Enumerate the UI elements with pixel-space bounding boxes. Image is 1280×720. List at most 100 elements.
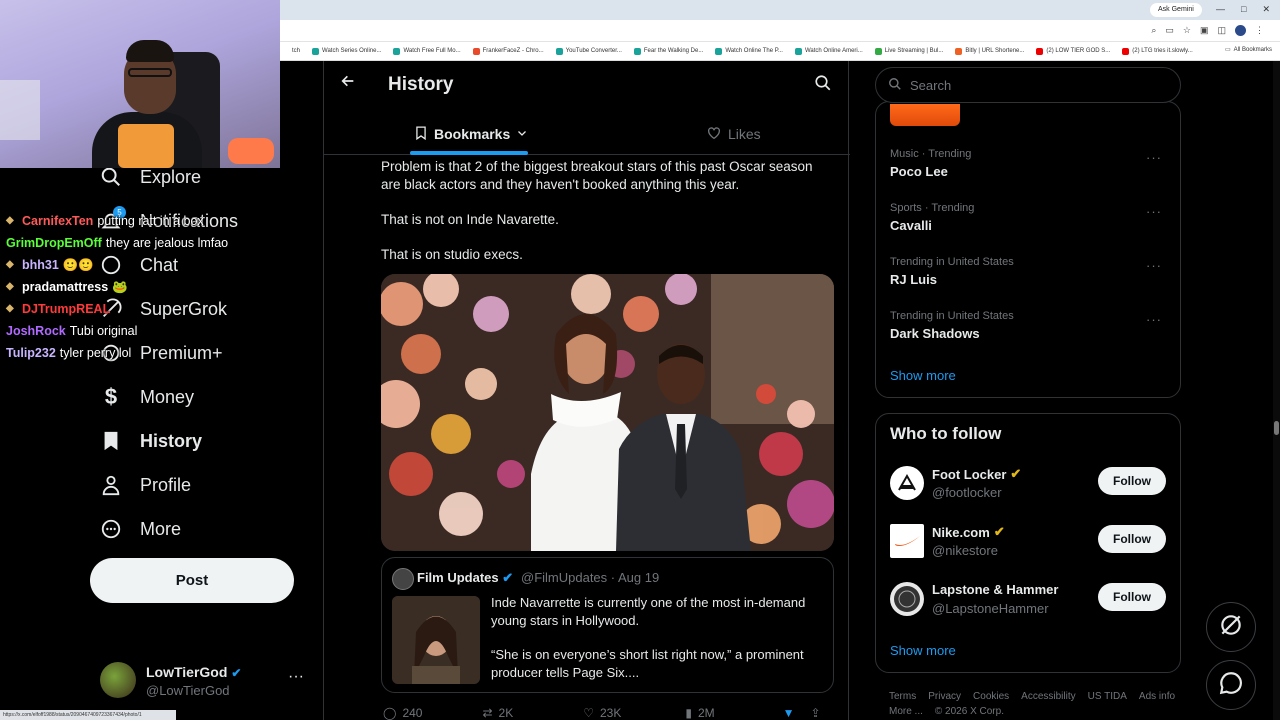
trend-item[interactable]: Sports · Trending Cavalli ··· bbox=[890, 202, 1170, 233]
back-arrow-icon[interactable] bbox=[340, 73, 356, 94]
extensions-icon[interactable]: ▣ bbox=[1200, 25, 1209, 36]
trend-item[interactable]: Music · Trending Poco Lee ··· bbox=[890, 148, 1170, 179]
zoom-icon[interactable]: ⌕ bbox=[1151, 25, 1156, 36]
post-button[interactable]: Post bbox=[90, 558, 294, 603]
trends-show-more-link[interactable]: Show more bbox=[890, 368, 956, 383]
chat-message: ◆ pradamattress 🐸 bbox=[6, 276, 276, 298]
link-status-bar: https://x.com/elfoff1988/status/20904674… bbox=[0, 710, 176, 720]
chat-user: DJTrumpREAL bbox=[22, 302, 111, 316]
tab-bookmarks-label: Bookmarks bbox=[434, 126, 511, 142]
bookmark-item[interactable]: Bitly | URL Shortene... bbox=[955, 47, 1025, 55]
close-window-button[interactable]: ✕ bbox=[1262, 4, 1270, 15]
follow-suggestion[interactable]: Nike.com ✔ @nikestore Follow bbox=[890, 522, 1172, 562]
address-bar[interactable]: ⌕ ▭ ☆ ▣ ◫ ⋮ bbox=[280, 20, 1280, 42]
follow-button[interactable]: Follow bbox=[1098, 467, 1166, 495]
more-icon[interactable]: ··· bbox=[1146, 258, 1162, 273]
minimize-button[interactable]: — bbox=[1216, 4, 1225, 15]
menu-icon[interactable]: ⋮ bbox=[1255, 25, 1264, 36]
follow-name: Foot Locker ✔ bbox=[932, 466, 1021, 482]
tab-bookmarks[interactable]: Bookmarks bbox=[414, 113, 528, 155]
follow-button[interactable]: Follow bbox=[1098, 583, 1166, 611]
verified-icon: ✔ bbox=[502, 570, 514, 585]
repost-button[interactable]: ⇄ 2K bbox=[482, 706, 513, 720]
bookmark-item[interactable]: Watch Online Ameri... bbox=[794, 47, 863, 55]
page-scrollbar[interactable] bbox=[1273, 61, 1280, 720]
search-icon bbox=[100, 166, 122, 188]
footer-link[interactable]: More ... bbox=[889, 706, 923, 717]
nav-money[interactable]: $ Money bbox=[100, 380, 194, 414]
tab-likes[interactable]: Likes bbox=[706, 113, 761, 155]
account-switcher[interactable]: LowTierGod ✔ @LowTierGod ··· bbox=[100, 660, 315, 700]
maximize-button[interactable]: □ bbox=[1241, 4, 1246, 15]
trend-item[interactable]: Trending in United States Dark Shadows ·… bbox=[890, 310, 1170, 341]
bookmark-item[interactable]: (2) LTG tries it.slowly... bbox=[1122, 47, 1193, 55]
cast-icon[interactable]: ▭ bbox=[1165, 25, 1174, 36]
bookmark-label: tch bbox=[292, 48, 301, 54]
like-button[interactable]: ♡ 23K bbox=[583, 706, 621, 720]
reply-button[interactable]: ◯ 240 bbox=[383, 706, 422, 720]
account-name: LowTierGod ✔ bbox=[146, 664, 241, 680]
bookmark-item[interactable]: FrankerFaceZ - Chro... bbox=[472, 47, 544, 55]
page-title: History bbox=[388, 74, 454, 95]
bookmark-favicon-icon bbox=[555, 47, 563, 55]
search-icon[interactable] bbox=[814, 74, 832, 97]
follow-suggestion[interactable]: Lapstone & Hammer @LapstoneHammer Follow bbox=[890, 580, 1172, 620]
post-photo[interactable] bbox=[381, 274, 834, 551]
footer-link[interactable]: US TIDA bbox=[1088, 691, 1127, 702]
bookmark-item[interactable]: Live Streaming | Bul... bbox=[874, 47, 943, 55]
star-icon[interactable]: ☆ bbox=[1183, 25, 1191, 36]
cam-hair bbox=[126, 40, 174, 62]
post-paragraph: That is on studio execs. bbox=[381, 247, 523, 262]
grok-fab[interactable] bbox=[1206, 602, 1256, 652]
footer-link[interactable]: Accessibility bbox=[1021, 691, 1075, 702]
sidepanel-icon[interactable]: ◫ bbox=[1217, 25, 1226, 36]
bookmark-item[interactable]: Watch Online The P... bbox=[715, 47, 783, 55]
search-input[interactable]: Search bbox=[875, 67, 1181, 103]
more-icon[interactable]: ··· bbox=[1146, 312, 1162, 327]
bookmark-item[interactable]: (2) LOW TIER GOD S... bbox=[1036, 47, 1110, 55]
quoted-post[interactable]: Film Updates ✔ @FilmUpdates · Aug 19 Ind… bbox=[381, 557, 834, 693]
trend-item[interactable]: Trending in United States RJ Luis ··· bbox=[890, 256, 1170, 287]
views-button[interactable]: ▮ 2M bbox=[685, 706, 714, 720]
account-more-icon[interactable]: ··· bbox=[288, 668, 304, 686]
bookmark-item[interactable]: tch bbox=[292, 48, 300, 54]
nav-profile[interactable]: Profile bbox=[100, 468, 191, 502]
share-icon: ⇪ bbox=[810, 706, 821, 720]
ask-gemini-button[interactable]: Ask Gemini bbox=[1150, 3, 1202, 17]
more-icon[interactable]: ··· bbox=[1146, 150, 1162, 165]
browser-profile-avatar[interactable] bbox=[1235, 25, 1246, 36]
repost-count: 2K bbox=[498, 706, 514, 720]
footer-link[interactable]: Terms bbox=[889, 691, 916, 702]
follow-name-text: Nike.com bbox=[932, 524, 990, 540]
bookmark-label: Watch Free Full Mo... bbox=[403, 48, 461, 54]
mod-badge-icon: ◆ bbox=[6, 281, 14, 292]
footer-link[interactable]: Privacy bbox=[928, 691, 961, 702]
all-bookmarks-button[interactable]: ▭ All Bookmarks bbox=[1225, 46, 1272, 54]
bookmark-item[interactable]: Watch Free Full Mo... bbox=[393, 47, 461, 55]
chat-user: bhh31 bbox=[22, 258, 59, 272]
footer-link[interactable]: Ads info bbox=[1139, 691, 1175, 702]
follow-suggestion[interactable]: Foot Locker ✔ @footlocker Follow bbox=[890, 464, 1172, 504]
search-icon bbox=[888, 77, 902, 94]
bookmark-button[interactable]: ▼ bbox=[783, 706, 795, 720]
nav-history[interactable]: History bbox=[100, 424, 202, 458]
bookmark-item[interactable]: YouTube Converter... bbox=[555, 47, 622, 55]
trends-card: Music · Trending Poco Lee ··· Sports · T… bbox=[875, 101, 1181, 398]
footer-link[interactable]: Cookies bbox=[973, 691, 1009, 702]
nav-more[interactable]: More bbox=[100, 512, 181, 546]
emote-icon: 🐸 bbox=[112, 279, 128, 294]
who-to-follow-card: Who to follow Foot Locker ✔ @footlocker F… bbox=[875, 413, 1181, 673]
follow-handle: @footlocker bbox=[932, 485, 1002, 500]
messages-fab[interactable] bbox=[1206, 660, 1256, 710]
views-count: 2M bbox=[697, 706, 715, 720]
bookmark-item[interactable]: Fear the Walking De... bbox=[633, 47, 703, 55]
follow-handle: @LapstoneHammer bbox=[932, 601, 1049, 616]
follow-button[interactable]: Follow bbox=[1098, 525, 1166, 553]
bookmark-item[interactable]: Watch Series Online... bbox=[312, 47, 381, 55]
follow-show-more-link[interactable]: Show more bbox=[890, 643, 956, 658]
more-icon[interactable]: ··· bbox=[1146, 204, 1162, 219]
share-button[interactable]: ⇪ bbox=[811, 706, 821, 720]
bookmarks-bar: tch Watch Series Online... Watch Free Fu… bbox=[280, 42, 1280, 61]
scrollbar-thumb[interactable] bbox=[1274, 421, 1279, 435]
bookmark-label: Bitly | URL Shortene... bbox=[965, 48, 1025, 54]
